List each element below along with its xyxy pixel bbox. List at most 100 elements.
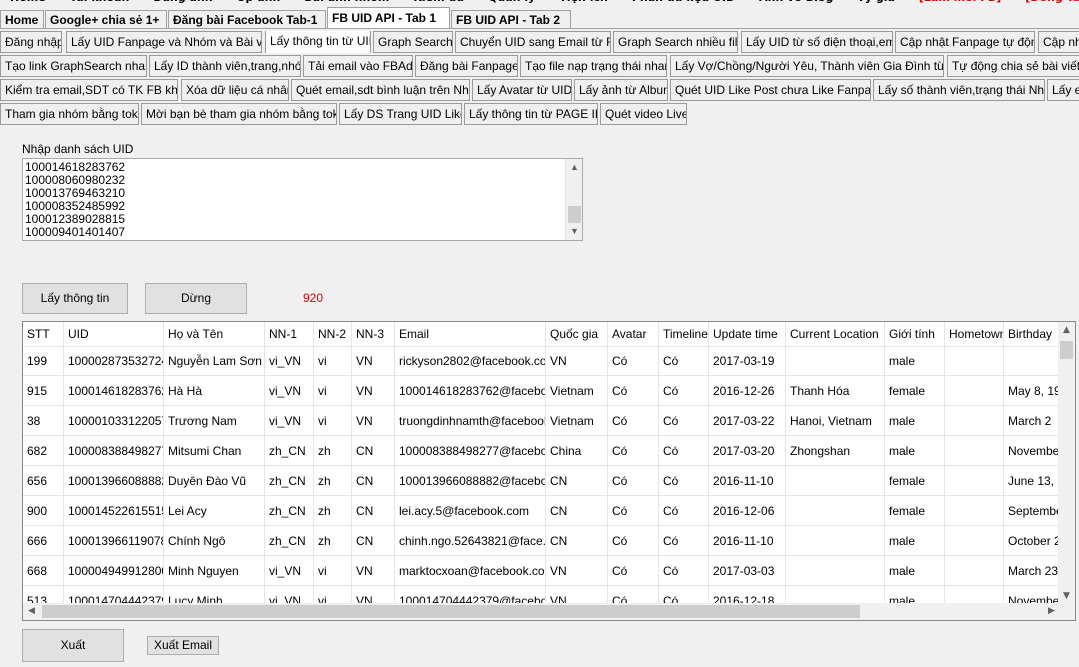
column-header[interactable]: UID <box>64 322 164 347</box>
table-cell <box>945 436 1004 466</box>
menu-item[interactable]: Kiểm dữ <box>413 0 464 4</box>
scroll-down-icon[interactable]: ▼ <box>566 223 582 240</box>
main-tab[interactable]: FB UID API - Tab 1 <box>327 7 450 28</box>
menu-item[interactable]: Up ảnh <box>237 0 281 4</box>
export-button[interactable]: Xuất <box>22 629 124 662</box>
table-cell: CN <box>546 526 608 556</box>
subtab-button[interactable]: Lấy ảnh từ Album <box>574 79 668 101</box>
subtab-button[interactable]: Kiểm tra email,SDT có TK FB không <box>0 79 178 101</box>
subtab-button[interactable]: Quét UID Like Post chưa Like Fanpage <box>670 79 871 101</box>
subtab-button[interactable]: Chuyển UID sang Email từ File <box>455 31 611 53</box>
subtab-button[interactable]: Graph Search <box>373 31 453 53</box>
menu-item[interactable]: Đăng ảnh <box>153 0 212 4</box>
scroll-up-icon[interactable]: ▲ <box>566 159 582 176</box>
table-row[interactable]: 38 100001033122057 Trương Nam vi_VN vi VN truo… <box>23 406 1063 436</box>
subtab-button[interactable]: Mời bạn bè tham gia nhóm bằng token <box>141 103 337 125</box>
scroll-thumb[interactable] <box>568 206 581 223</box>
subtab-button[interactable]: Quét video Live <box>600 103 687 125</box>
subtab-button[interactable]: Tạo link GraphSearch nhanh <box>0 55 147 77</box>
menu-item[interactable]: [Đóng Tab] <box>1025 0 1079 4</box>
subtab-button[interactable]: Cập nhật Fanpage tự động <box>895 31 1035 53</box>
main-tab[interactable]: Google+ chia sẻ 1+ <box>45 10 167 28</box>
table-cell: 100002873532724 <box>64 346 164 376</box>
uid-list-scrollbar[interactable]: ▲ ▼ <box>565 159 582 240</box>
grid-horizontal-scrollbar[interactable]: ◀ ▶ <box>23 603 1075 620</box>
column-header[interactable]: Quốc gia <box>546 322 608 347</box>
subtab-button[interactable]: Graph Search nhiều file <box>613 31 738 53</box>
menu-item[interactable]: Bài ảnh nhóm <box>304 0 389 4</box>
table-row[interactable]: 900 100014522615515 Lei Acy zh_CN zh CN lei.ac… <box>23 496 1063 526</box>
table-cell: 100001033122057 <box>64 406 164 436</box>
subtab-button[interactable]: Tự động chia sẻ bài viết sa <box>947 55 1079 77</box>
table-row[interactable]: 915 100014618283762 Hà Hà vi_VN vi VN 10001461… <box>23 376 1063 406</box>
table-row[interactable]: 682 100008388498277 Mitsumi Chan zh_CN zh CN 1… <box>23 436 1063 466</box>
menu-item[interactable]: Tài khoản <box>70 0 130 4</box>
subtab-button[interactable]: Lấy Avatar từ UID <box>472 79 572 101</box>
subtab-button[interactable]: Lấy DS Trang UID Like <box>339 103 462 125</box>
table-cell: 666 <box>23 526 64 556</box>
column-header[interactable]: Email <box>395 322 546 347</box>
menu-item[interactable]: Tiện ích <box>559 0 608 4</box>
subtab-button[interactable]: Đăng nhập <box>0 31 62 53</box>
column-header[interactable]: Timeline <box>659 322 709 347</box>
menu-item[interactable]: Home <box>10 0 46 4</box>
results-grid[interactable]: STT UID Họ và Tên NN-1 NN-2 NN-3 Email Quốc gia… <box>22 321 1076 621</box>
menu-item[interactable]: Ảnh vô Blog <box>759 0 833 4</box>
table-cell: 668 <box>23 556 64 586</box>
column-header[interactable]: Họ và Tên <box>164 322 265 347</box>
subtab-button[interactable]: Tham gia nhóm bằng token <box>0 103 139 125</box>
table-cell: 2016-12-26 <box>709 376 786 406</box>
column-header[interactable]: Hometown <box>945 322 1004 347</box>
grid-vertical-scrollbar[interactable]: ▲ ▼ <box>1058 322 1075 605</box>
table-cell: China <box>546 436 608 466</box>
table-row[interactable]: 668 100004949912800 Minh Nguyen vi_VN vi VN ma… <box>23 556 1063 586</box>
subtab-button[interactable]: Đăng bài Fanpage <box>415 55 518 77</box>
menu-item[interactable]: Phần dữ liệu UID <box>632 0 735 4</box>
table-cell: zh <box>314 496 352 526</box>
subtab-button[interactable]: Lấy thông tin từ UID <box>265 31 371 53</box>
menu-item[interactable]: [Làm mới FB] <box>919 0 1001 4</box>
subtab-button[interactable]: Lấy số thành viên,trạng thái Nhóm <box>873 79 1045 101</box>
column-header[interactable]: NN-1 <box>265 322 314 347</box>
subtab-button[interactable]: Lấy UID từ số điện thoại,email <box>741 31 893 53</box>
table-cell: Hà Hà <box>164 376 265 406</box>
column-header[interactable]: Avatar <box>608 322 659 347</box>
grid-scroll-right-icon[interactable]: ▶ <box>1043 603 1060 620</box>
menu-item[interactable]: Tỷ giá <box>857 0 895 4</box>
subtab-button[interactable]: Lấy UID Fanpage và Nhóm và Bài viết <box>66 31 262 53</box>
subtab-button[interactable]: Quét email,sdt bình luận trên Nhóm <box>291 79 470 101</box>
column-header[interactable]: Giới tính <box>885 322 945 347</box>
column-header[interactable]: Update time <box>709 322 786 347</box>
table-cell: 38 <box>23 406 64 436</box>
column-header[interactable]: NN-3 <box>352 322 395 347</box>
column-header[interactable]: STT <box>23 322 64 347</box>
subtab-button[interactable]: Lấy thông tin từ PAGE ID <box>464 103 598 125</box>
table-row[interactable]: 656 100013966088882 Duyên Đào Vũ zh_CN zh CN 1… <box>23 466 1063 496</box>
subtab-button[interactable]: Cập nh <box>1038 31 1079 53</box>
main-tab[interactable]: Đăng bài Facebook Tab-1 <box>168 10 326 28</box>
column-header[interactable]: Birthday <box>1004 322 1063 347</box>
table-cell: 2017-03-22 <box>709 406 786 436</box>
grid-vscroll-thumb[interactable] <box>1060 341 1073 359</box>
grid-hscroll-thumb[interactable] <box>42 605 860 618</box>
subtab-button[interactable]: Lấy Vợ/Chồng/Người Yêu, Thành viên Gia Đ… <box>670 55 944 77</box>
subtab-button[interactable]: Lấy ID thành viên,trang,nhóm <box>149 55 301 77</box>
grid-scroll-left-icon[interactable]: ◀ <box>23 603 40 620</box>
stop-button[interactable]: Dừng <box>145 283 247 314</box>
menu-item[interactable]: Quản lý <box>488 0 535 4</box>
grid-scroll-up-icon[interactable]: ▲ <box>1058 322 1075 339</box>
subtab-button[interactable]: Tạo file nạp trạng thái nhanh <box>520 55 667 77</box>
export-email-button[interactable]: Xuất Email <box>147 636 219 655</box>
table-row[interactable]: 666 100013966119078 Chính Ngô zh_CN zh CN chin… <box>23 526 1063 556</box>
uid-list-textarea[interactable]: 100014618283762 100008060980232 1000137694… <box>22 158 583 241</box>
subtab-button[interactable]: Xóa dữ liệu cá nhân <box>181 79 289 101</box>
main-tab[interactable]: FB UID API - Tab 2 <box>451 10 571 28</box>
table-row[interactable]: 199 100002873532724 Nguyễn Lam Sơn vi_VN vi V… <box>23 346 1063 376</box>
get-info-button[interactable]: Lấy thông tin <box>22 283 128 314</box>
subtab-button[interactable]: Tải email vào FBAds <box>303 55 413 77</box>
main-tab[interactable]: Home <box>0 10 44 28</box>
column-header[interactable]: NN-2 <box>314 322 352 347</box>
subtab-button[interactable]: Lấy e <box>1047 79 1079 101</box>
column-header[interactable]: Current Location <box>786 322 885 347</box>
table-cell: Thanh Hóa <box>786 376 885 406</box>
